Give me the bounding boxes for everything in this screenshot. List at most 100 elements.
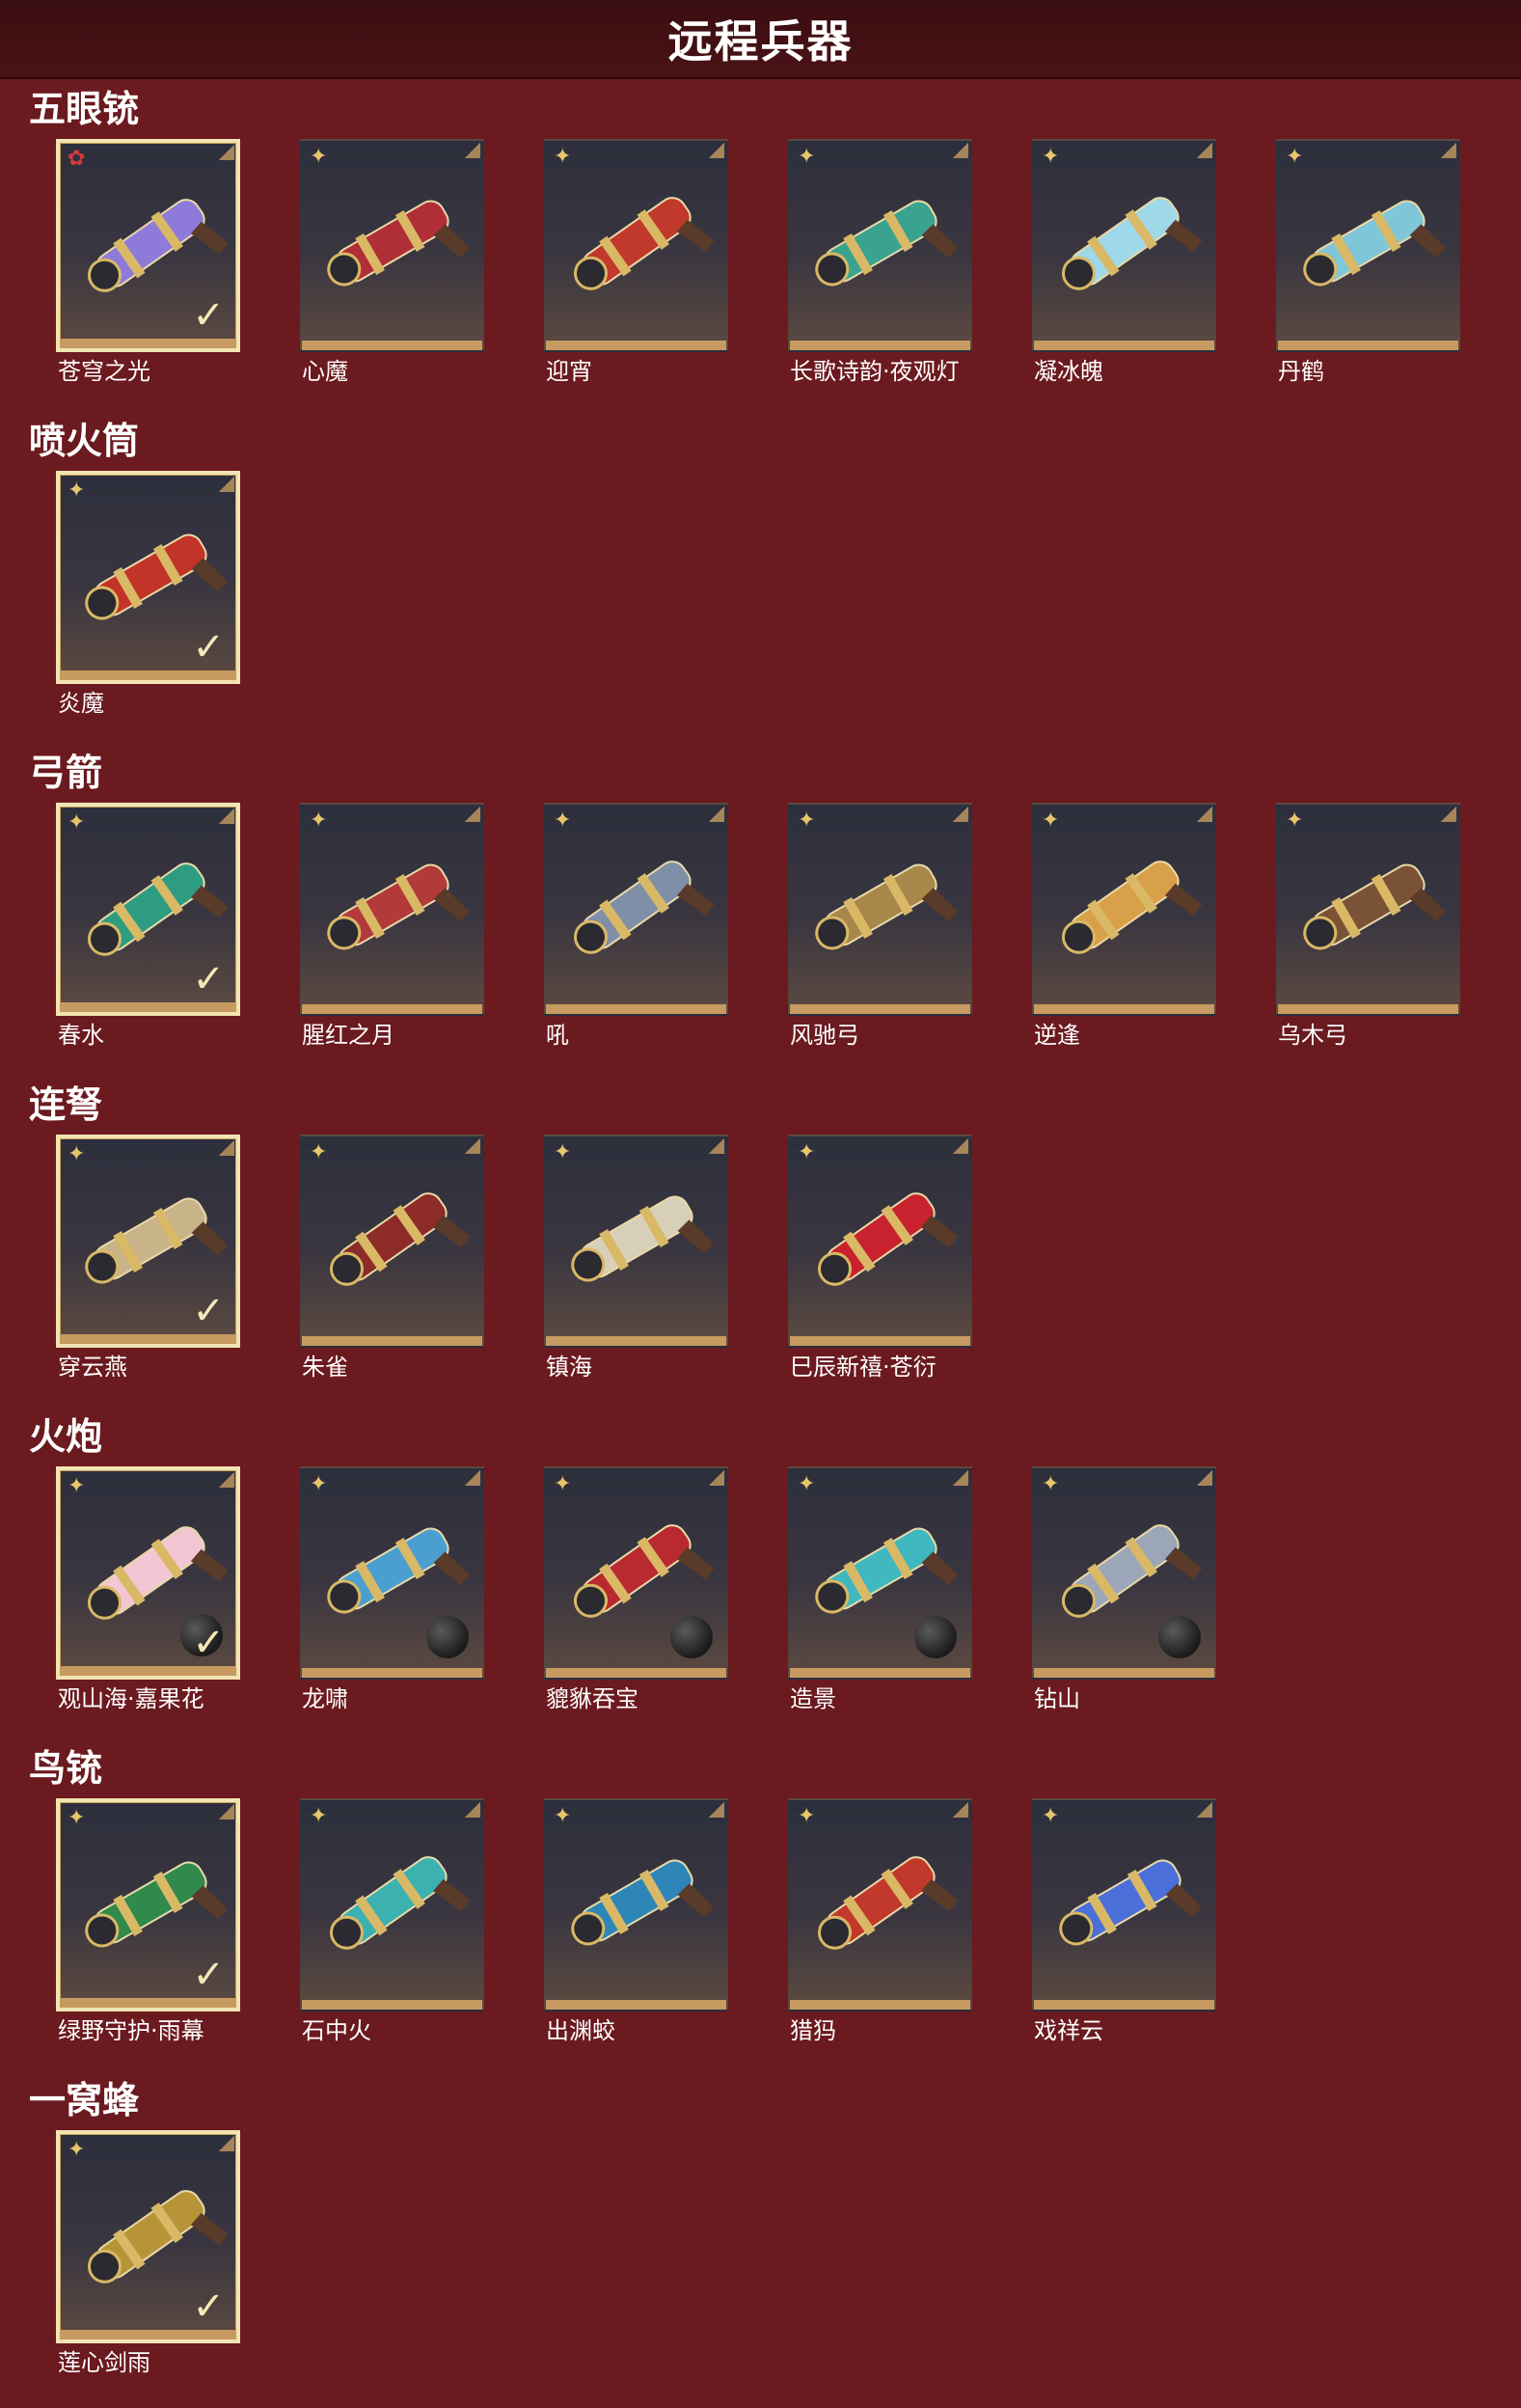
weapon-tile[interactable]: ✦ — [1032, 1466, 1216, 1680]
tile-base-bar — [790, 1336, 970, 1346]
section-title: 连弩 — [29, 1083, 103, 1126]
weapon-tile[interactable]: ✦ — [788, 1135, 972, 1348]
weapon-name-label: 乌木弓 — [1278, 1022, 1347, 1049]
weapon-art-icon — [573, 861, 714, 954]
corner-fold-icon — [465, 143, 480, 158]
weapon-tile[interactable]: ✦ — [300, 803, 484, 1016]
weapon-card[interactable]: ✦ 钻山 — [1032, 1466, 1220, 1719]
weapon-name-label: 迎宵 — [546, 358, 592, 385]
weapon-art-icon — [815, 863, 958, 950]
weapon-card[interactable]: ✦ 龙啸 — [300, 1466, 488, 1719]
weapon-tile[interactable]: ✦ — [1032, 139, 1216, 352]
weapon-card[interactable]: ✦ 朱雀 — [300, 1135, 488, 1387]
weapon-tile[interactable]: ✦ — [788, 1466, 972, 1680]
weapon-tile[interactable]: ✦ — [300, 1798, 484, 2011]
weapon-tile[interactable]: ✦ ✓ — [56, 1135, 240, 1348]
tile-base-bar — [1034, 1668, 1214, 1678]
weapon-card[interactable]: ✦ 腥红之月 — [300, 803, 488, 1055]
weapon-name-label: 猎犸 — [790, 2017, 836, 2044]
corner-fold-icon — [709, 1138, 724, 1154]
weapon-card[interactable]: ✦ 心魔 — [300, 139, 488, 392]
weapon-name-label: 观山海·嘉果花 — [58, 1685, 204, 1712]
weapon-tile[interactable]: ✦ — [300, 1466, 484, 1680]
weapon-tile[interactable]: ✦ — [300, 1135, 484, 1348]
weapon-card[interactable]: ✦ 凝冰魄 — [1032, 139, 1220, 392]
weapon-card[interactable]: ✦ 巳辰新禧·苍衍 — [788, 1135, 976, 1387]
weapon-card[interactable]: ✦ ✓ 绿野守护·雨幕 — [56, 1798, 244, 2051]
weapon-card[interactable]: ✦ 镇海 — [544, 1135, 732, 1387]
weapon-tile[interactable]: ✦ — [544, 139, 728, 352]
weapon-name-label: 出渊蛟 — [546, 2017, 615, 2044]
weapon-tile[interactable]: ✿ ✓ — [56, 139, 240, 352]
weapon-tile[interactable]: ✦ ✓ — [56, 803, 240, 1016]
weapon-tile[interactable]: ✦ — [300, 139, 484, 352]
check-icon: ✓ — [192, 1289, 225, 1333]
weapon-tile[interactable]: ✦ — [1276, 139, 1460, 352]
weapon-section: 火炮 ✦ ✓ 观山海·嘉果花 ✦ 龙啸 ✦ 貔貅吞宝 ✦ 造景 ✦ 钻山 — [0, 1412, 1521, 1744]
weapon-card[interactable]: ✦ 逆逢 — [1032, 803, 1220, 1055]
weapon-section: 弓箭 ✦ ✓ 春水 ✦ 腥红之月 ✦ 吼 ✦ 风驰弓 ✦ 逆逢 ✦ 乌木弓 — [0, 749, 1521, 1081]
weapon-tile[interactable]: ✦ ✓ — [56, 1798, 240, 2011]
tile-base-bar — [790, 1004, 970, 1014]
weapon-tile[interactable]: ✦ — [544, 1135, 728, 1348]
weapon-tile[interactable]: ✦ — [544, 803, 728, 1016]
weapon-tile[interactable]: ✦ — [544, 1798, 728, 2011]
page-header: 远程兵器 — [0, 0, 1521, 79]
weapon-name-label: 心魔 — [302, 358, 348, 385]
weapon-card[interactable]: ✦ 猎犸 — [788, 1798, 976, 2051]
corner-fold-icon — [465, 1802, 480, 1818]
weapon-card[interactable]: ✦ ✓ 莲心剑雨 — [56, 2130, 244, 2383]
tile-base-bar — [546, 1004, 726, 1014]
weapon-card[interactable]: ✦ 乌木弓 — [1276, 803, 1464, 1055]
weapon-tile[interactable]: ✦ ✓ — [56, 2130, 240, 2343]
weapon-name-label: 貔貅吞宝 — [546, 1685, 638, 1712]
corner-fold-icon — [465, 1138, 480, 1154]
weapon-card[interactable]: ✦ 丹鹤 — [1276, 139, 1464, 392]
corner-fold-icon — [219, 2136, 234, 2151]
tile-base-bar — [546, 341, 726, 350]
weapon-name-label: 镇海 — [546, 1354, 592, 1381]
weapon-name-label: 巳辰新禧·苍衍 — [790, 1354, 937, 1381]
corner-fold-icon — [953, 807, 968, 822]
weapon-tile[interactable]: ✦ — [1276, 803, 1460, 1016]
weapon-card[interactable]: ✦ 长歌诗韵·夜观灯 — [788, 139, 976, 392]
weapon-name-label: 吼 — [546, 1022, 569, 1049]
corner-fold-icon — [1197, 807, 1212, 822]
weapon-card[interactable]: ✦ 风驰弓 — [788, 803, 976, 1055]
weapon-card[interactable]: ✦ ✓ 观山海·嘉果花 — [56, 1466, 244, 1719]
weapon-card[interactable]: ✦ 貔貅吞宝 — [544, 1466, 732, 1719]
weapon-tile[interactable]: ✦ — [788, 139, 972, 352]
weapon-card[interactable]: ✦ 迎宵 — [544, 139, 732, 392]
tile-base-bar — [302, 1336, 482, 1346]
corner-fold-icon — [219, 808, 234, 824]
weapon-card[interactable]: ✦ 石中火 — [300, 1798, 488, 2051]
section-title: 五眼铳 — [29, 88, 140, 130]
weapon-card[interactable]: ✦ ✓ 春水 — [56, 803, 244, 1055]
weapon-name-label: 凝冰魄 — [1034, 358, 1103, 385]
weapon-tile[interactable]: ✦ — [1032, 1798, 1216, 2011]
weapon-card[interactable]: ✦ ✓ 炎魔 — [56, 471, 244, 724]
section-title: 弓箭 — [29, 752, 103, 794]
tile-base-bar — [790, 2000, 970, 2010]
weapon-card[interactable]: ✦ ✓ 穿云燕 — [56, 1135, 244, 1387]
corner-fold-icon — [1197, 1470, 1212, 1486]
corner-fold-icon — [219, 145, 234, 160]
weapon-tile[interactable]: ✦ — [788, 1798, 972, 2011]
section-title: 鸟铳 — [29, 1747, 103, 1790]
tile-base-bar — [60, 1666, 236, 1676]
weapon-card[interactable]: ✿ ✓ 苍穹之光 — [56, 139, 244, 392]
weapon-art-icon — [571, 1195, 714, 1282]
weapon-tile[interactable]: ✦ ✓ — [56, 1466, 240, 1680]
weapon-card[interactable]: ✦ 出渊蛟 — [544, 1798, 732, 2051]
weapon-card[interactable]: ✦ 戏祥云 — [1032, 1798, 1220, 2051]
weapon-tile[interactable]: ✦ — [1032, 803, 1216, 1016]
corner-fold-icon — [219, 1804, 234, 1820]
weapon-tile[interactable]: ✦ — [788, 803, 972, 1016]
weapon-tile[interactable]: ✦ — [544, 1466, 728, 1680]
weapon-name-label: 穿云燕 — [58, 1354, 127, 1381]
weapon-card[interactable]: ✦ 造景 — [788, 1466, 976, 1719]
weapon-name-label: 长歌诗韵·夜观灯 — [790, 358, 960, 385]
weapon-card[interactable]: ✦ 吼 — [544, 803, 732, 1055]
weapon-name-label: 逆逢 — [1034, 1022, 1080, 1049]
weapon-tile[interactable]: ✦ ✓ — [56, 471, 240, 684]
